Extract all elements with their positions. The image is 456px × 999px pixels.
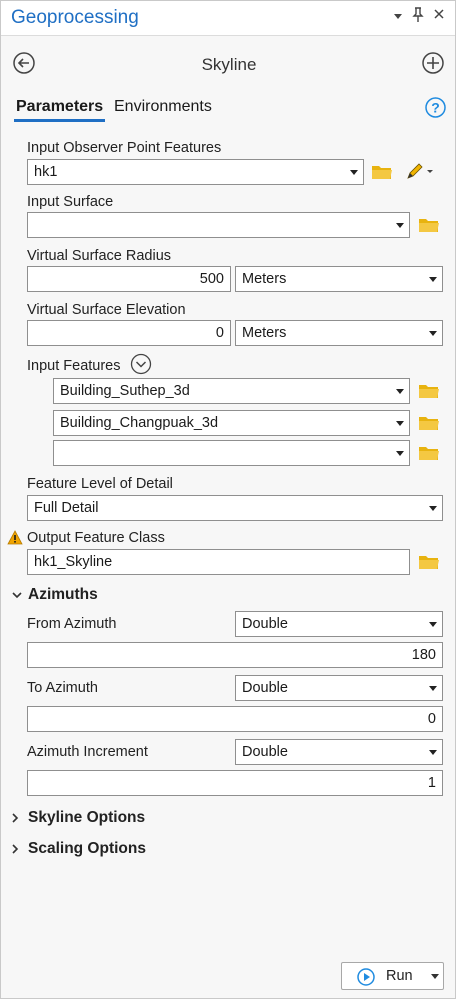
- observer-points-label: Input Observer Point Features: [27, 140, 222, 156]
- chevron-down-icon: [396, 389, 404, 394]
- chevron-down-icon: [396, 451, 404, 456]
- folder-icon[interactable]: [418, 415, 440, 431]
- from-azimuth-input[interactable]: 180: [27, 642, 443, 668]
- level-of-detail-label: Feature Level of Detail: [27, 476, 173, 492]
- virtual-radius-input[interactable]: 500: [27, 266, 231, 292]
- chevron-right-icon[interactable]: [10, 844, 20, 854]
- input-feature-value: Building_Suthep_3d: [60, 383, 190, 399]
- azimuth-increment-type: Double: [242, 744, 288, 760]
- chevron-down-icon: [429, 686, 437, 691]
- close-icon[interactable]: [433, 8, 445, 23]
- from-azimuth-type-dropdown[interactable]: Double: [235, 611, 443, 637]
- level-of-detail-dropdown[interactable]: Full Detail: [27, 495, 443, 521]
- virtual-radius-unit: Meters: [242, 271, 287, 287]
- pane-titlebar: Geoprocessing: [1, 1, 455, 35]
- warning-icon: [7, 530, 23, 550]
- virtual-elevation-unit-dropdown[interactable]: Meters: [235, 320, 443, 346]
- folder-icon[interactable]: [418, 383, 440, 399]
- input-surface-label: Input Surface: [27, 194, 114, 210]
- input-feature-value: Building_Changpuak_3d: [60, 415, 219, 431]
- scaling-options-section-header[interactable]: Scaling Options: [28, 840, 146, 858]
- virtual-elevation-input[interactable]: 0: [27, 320, 231, 346]
- edit-pencil-icon[interactable]: [405, 161, 435, 186]
- svg-text:?: ?: [431, 100, 440, 116]
- chevron-right-icon[interactable]: [10, 813, 20, 823]
- level-of-detail-value: Full Detail: [34, 500, 99, 516]
- chevron-down-icon: [350, 170, 358, 175]
- virtual-radius-unit-dropdown[interactable]: Meters: [235, 266, 443, 292]
- input-surface-dropdown[interactable]: [27, 212, 410, 238]
- to-azimuth-label: To Azimuth: [27, 680, 98, 696]
- azimuth-increment-input[interactable]: 1: [27, 770, 443, 796]
- chevron-down-icon: [396, 223, 404, 228]
- to-azimuth-input[interactable]: 0: [27, 706, 443, 732]
- play-icon: [357, 968, 375, 986]
- tab-environments[interactable]: Environments: [114, 98, 212, 116]
- titlebar-divider: [1, 35, 455, 36]
- chevron-down-icon: [429, 750, 437, 755]
- chevron-down-icon: [429, 622, 437, 627]
- skyline-options-section-header[interactable]: Skyline Options: [28, 809, 145, 827]
- to-azimuth-type-dropdown[interactable]: Double: [235, 675, 443, 701]
- active-tab-indicator: [14, 119, 105, 122]
- to-azimuth-type: Double: [242, 680, 288, 696]
- run-label: Run: [386, 968, 413, 984]
- folder-icon[interactable]: [418, 554, 440, 570]
- plus-circle-icon: [422, 52, 444, 74]
- azimuth-increment-label: Azimuth Increment: [27, 744, 148, 760]
- from-azimuth-label: From Azimuth: [27, 616, 117, 632]
- folder-icon[interactable]: [418, 217, 440, 233]
- geoprocessing-pane: Geoprocessing Skyline Parameters Environ…: [0, 0, 456, 999]
- pin-icon[interactable]: [412, 7, 424, 26]
- azimuths-section-header[interactable]: Azimuths: [28, 586, 98, 604]
- virtual-elevation-label: Virtual Surface Elevation: [27, 302, 186, 318]
- from-azimuth-type: Double: [242, 616, 288, 632]
- virtual-radius-label: Virtual Surface Radius: [27, 248, 172, 264]
- input-feature-row-1[interactable]: Building_Suthep_3d: [53, 378, 410, 404]
- run-options-chevron-icon[interactable]: [431, 974, 439, 980]
- tab-parameters[interactable]: Parameters: [16, 98, 103, 116]
- output-feature-class-input[interactable]: hk1_Skyline: [27, 549, 410, 575]
- add-button[interactable]: [422, 52, 444, 74]
- input-feature-row-3[interactable]: [53, 440, 410, 466]
- pane-options-icon[interactable]: [393, 9, 403, 24]
- chevron-down-icon[interactable]: [12, 590, 22, 600]
- help-button[interactable]: ?: [425, 97, 447, 119]
- expand-toggle-icon[interactable]: [130, 353, 152, 380]
- output-feature-class-label: Output Feature Class: [27, 530, 165, 546]
- azimuth-increment-type-dropdown[interactable]: Double: [235, 739, 443, 765]
- observer-points-value: hk1: [34, 164, 58, 180]
- folder-icon[interactable]: [371, 164, 393, 180]
- run-button[interactable]: Run: [341, 962, 444, 990]
- chevron-down-icon: [429, 277, 437, 282]
- input-features-label: Input Features: [27, 358, 121, 374]
- help-icon: ?: [425, 97, 446, 118]
- folder-icon[interactable]: [418, 445, 440, 461]
- tool-title: Skyline: [201, 55, 257, 74]
- chevron-down-icon: [429, 506, 437, 511]
- pane-title: Geoprocessing: [11, 7, 139, 28]
- chevron-down-icon: [396, 421, 404, 426]
- observer-points-dropdown[interactable]: hk1: [27, 159, 364, 185]
- virtual-elevation-unit: Meters: [242, 325, 287, 341]
- chevron-down-icon: [429, 331, 437, 336]
- input-feature-row-2[interactable]: Building_Changpuak_3d: [53, 410, 410, 436]
